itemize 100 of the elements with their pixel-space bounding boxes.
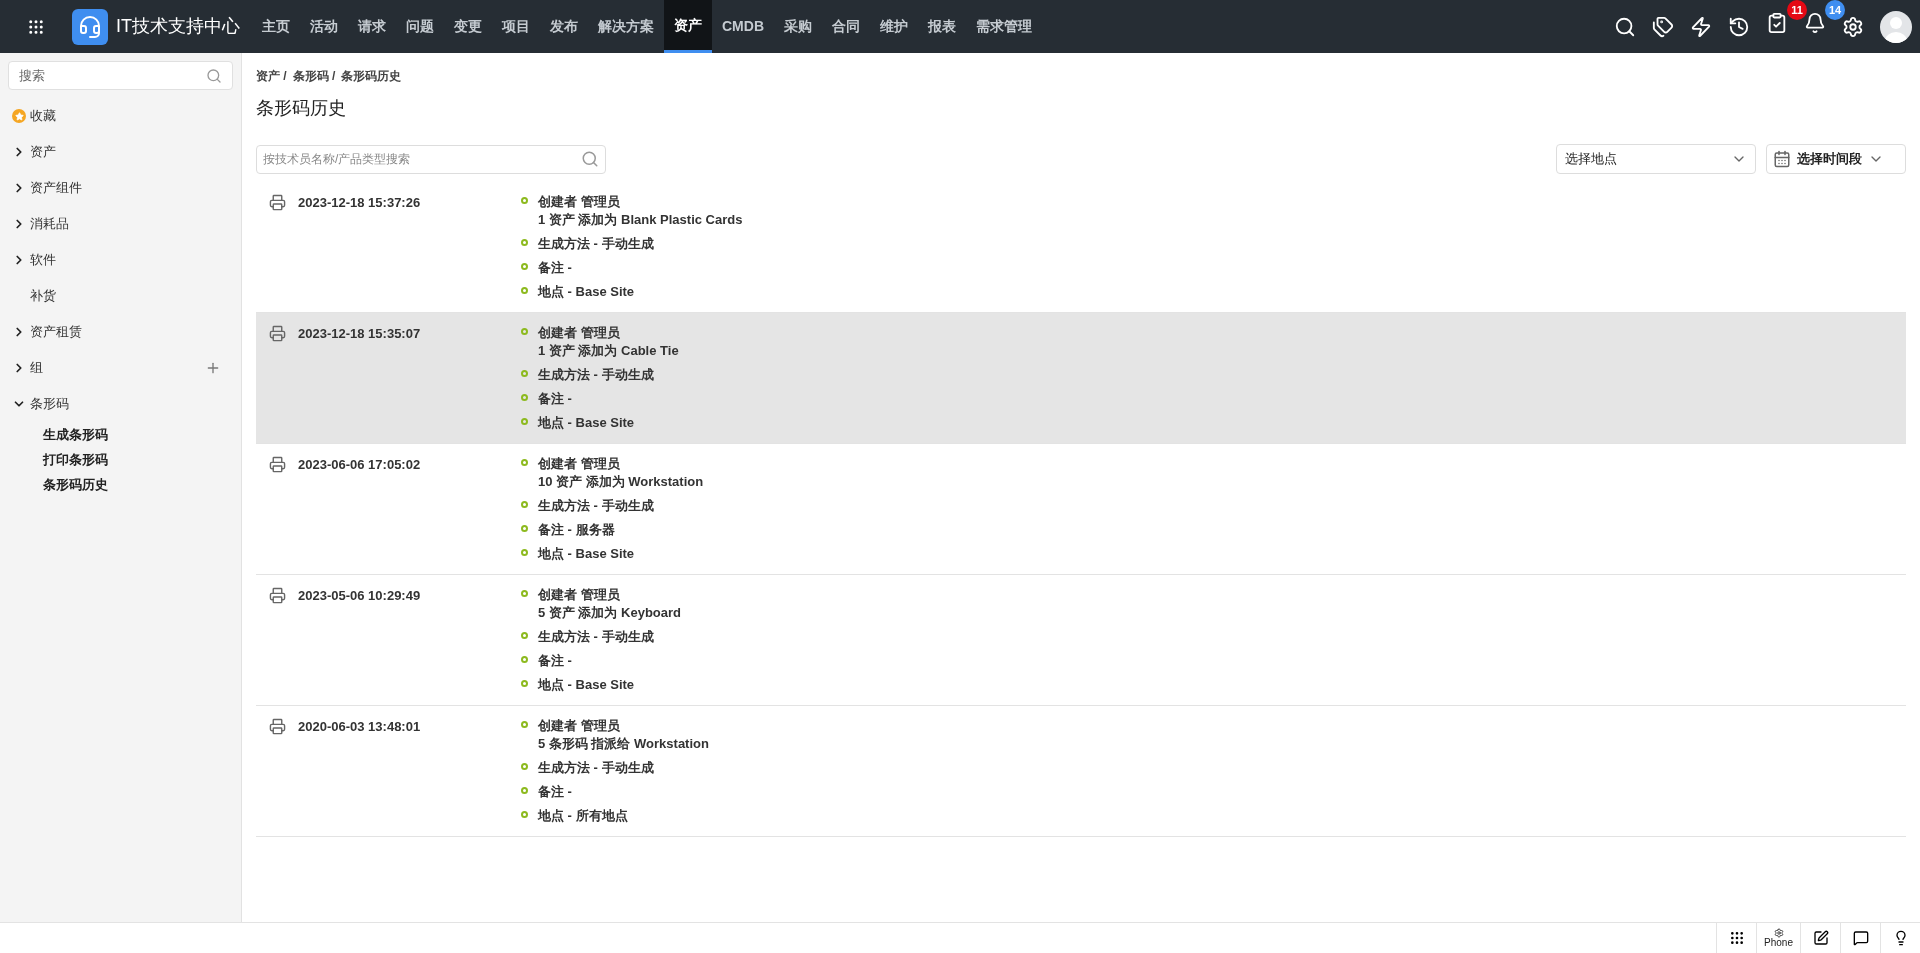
detail-text: 创建者 管理员 5 资产 添加为 Keyboard xyxy=(538,586,682,622)
detail-text: 地点 - Base Site xyxy=(538,283,635,301)
printer-icon[interactable] xyxy=(268,456,286,473)
nav-tab[interactable]: 报表 xyxy=(918,0,966,53)
breadcrumb-link[interactable]: 条形码历史 xyxy=(341,67,402,85)
nav-tab[interactable]: 资产 xyxy=(664,0,712,53)
detail-text: 备注 - 服务器 xyxy=(538,521,615,539)
bullet-icon xyxy=(521,525,528,532)
sidebar-item[interactable]: 资产组件 xyxy=(30,178,221,198)
nav-tab[interactable]: 合同 xyxy=(822,0,870,53)
history-icon[interactable] xyxy=(1728,15,1750,38)
sidebar-item[interactable]: 组 xyxy=(30,358,205,378)
bullet-icon xyxy=(521,680,528,687)
settings-icon[interactable] xyxy=(1842,15,1864,38)
detail-text: 备注 - xyxy=(538,783,572,801)
timestamp: 2023-12-18 15:35:07 xyxy=(298,325,422,343)
tasks-badge: 11 xyxy=(1787,0,1807,20)
nav-tab[interactable]: 变更 xyxy=(444,0,492,53)
bullet-icon xyxy=(521,763,528,770)
search-icon[interactable] xyxy=(1614,15,1636,38)
printer-icon[interactable] xyxy=(268,718,286,735)
nav-tab[interactable]: 请求 xyxy=(348,0,396,53)
detail-text: 地点 - 所有地点 xyxy=(538,807,628,825)
period-dropdown[interactable]: 选择时间段 xyxy=(1766,144,1906,174)
sidebar-subitem[interactable]: 生成条形码 xyxy=(43,424,108,445)
add-icon[interactable] xyxy=(205,360,221,376)
bullet-icon xyxy=(521,459,528,466)
detail-text: 生成方法 - 手动生成 xyxy=(538,497,654,515)
detail-text: 地点 - Base Site xyxy=(538,676,635,694)
sidebar-item[interactable]: 资产租赁 xyxy=(30,322,221,342)
detail-text: 备注 - xyxy=(538,390,572,408)
detail-text: 地点 - Base Site xyxy=(538,545,635,563)
timestamp: 2020-06-03 13:48:01 xyxy=(298,718,422,736)
sidebar-subitem[interactable]: 条形码历史 xyxy=(43,474,108,495)
bullet-icon xyxy=(521,370,528,377)
notifications-badge: 14 xyxy=(1825,0,1846,20)
calendar-icon xyxy=(1773,150,1791,168)
detail-text: 创建者 管理员 1 资产 添加为 Blank Plastic Cards xyxy=(538,193,743,229)
sidebar-item[interactable]: 软件 xyxy=(30,250,221,270)
tasks-icon[interactable] xyxy=(1766,12,1788,34)
printer-icon[interactable] xyxy=(268,587,286,604)
bullet-icon xyxy=(521,418,528,425)
search-field[interactable]: 按技术员名称/产品类型搜索 xyxy=(256,144,606,174)
bullet-icon xyxy=(521,632,528,639)
page-title: 条形码历史 xyxy=(256,97,347,120)
detail-text: 备注 - xyxy=(538,259,572,277)
printer-icon[interactable] xyxy=(268,325,286,342)
sidebar-item[interactable]: 资产 xyxy=(30,142,221,162)
nav-tab[interactable]: 维护 xyxy=(870,0,918,53)
bullet-icon xyxy=(521,656,528,663)
nav-tab[interactable]: 问题 xyxy=(396,0,444,53)
printer-icon[interactable] xyxy=(268,194,286,211)
sidebar-item[interactable]: 补货 xyxy=(30,286,221,306)
search-field[interactable]: 搜索 xyxy=(8,61,233,90)
timestamp: 2023-12-18 15:37:26 xyxy=(298,194,422,212)
search-input[interactable]: 搜索 xyxy=(19,65,206,86)
nav-tab[interactable]: 发布 xyxy=(540,0,588,53)
detail-text: 创建者 管理员 5 条形码 指派给 Workstation xyxy=(538,717,709,753)
gear-icon xyxy=(1773,928,1784,938)
avatar[interactable] xyxy=(1880,10,1912,43)
logo-icon xyxy=(72,8,108,45)
sidebar-item[interactable]: 条形码 xyxy=(30,394,221,414)
bullet-icon xyxy=(521,263,528,270)
notifications-icon[interactable] xyxy=(1804,12,1826,34)
bullet-icon xyxy=(521,197,528,204)
detail-text: 生成方法 - 手动生成 xyxy=(538,759,654,777)
nav-tab[interactable]: 需求管理 xyxy=(966,0,1042,53)
bullet-icon xyxy=(521,590,528,597)
sidebar-item[interactable]: 消耗品 xyxy=(30,214,221,234)
location-dropdown[interactable]: 选择地点 xyxy=(1556,144,1756,174)
bullet-icon xyxy=(521,328,528,335)
detail-text: 生成方法 - 手动生成 xyxy=(538,628,654,646)
nav-tab[interactable]: 项目 xyxy=(492,0,540,53)
bullet-icon xyxy=(521,811,528,818)
bullet-icon xyxy=(521,549,528,556)
detail-text: 生成方法 - 手动生成 xyxy=(538,235,654,253)
lightning-icon[interactable] xyxy=(1690,15,1712,38)
nav-tab[interactable]: 活动 xyxy=(300,0,348,53)
detail-text: 生成方法 - 手动生成 xyxy=(538,366,654,384)
breadcrumb-link[interactable]: 资产 / xyxy=(256,67,287,85)
timestamp: 2023-05-06 10:29:49 xyxy=(298,587,422,605)
nav-tab[interactable]: 解决方案 xyxy=(588,0,664,53)
sidebar-item[interactable]: 收藏 xyxy=(30,106,221,126)
search-icon xyxy=(206,67,222,84)
detail-text: 创建者 管理员 1 资产 添加为 Cable Tie xyxy=(538,324,679,360)
search-input[interactable]: 按技术员名称/产品类型搜索 xyxy=(263,150,581,168)
detail-text: 地点 - Base Site xyxy=(538,414,635,432)
bullet-icon xyxy=(521,501,528,508)
search-icon xyxy=(581,150,599,168)
nav-tab[interactable]: CMDB xyxy=(712,0,774,53)
sidebar-subitem[interactable]: 打印条形码 xyxy=(43,449,108,470)
star-icon xyxy=(12,109,26,123)
detail-text: 创建者 管理员 10 资产 添加为 Workstation xyxy=(538,455,704,491)
timestamp: 2023-06-06 17:05:02 xyxy=(298,456,422,474)
nav-tab[interactable]: 主页 xyxy=(252,0,300,53)
phone-settings-button[interactable]: Phone xyxy=(1756,923,1800,953)
bullet-icon xyxy=(521,787,528,794)
breadcrumb-link[interactable]: 条形码 / xyxy=(292,67,336,85)
nav-tab[interactable]: 采购 xyxy=(774,0,822,53)
bullet-icon xyxy=(521,721,528,728)
